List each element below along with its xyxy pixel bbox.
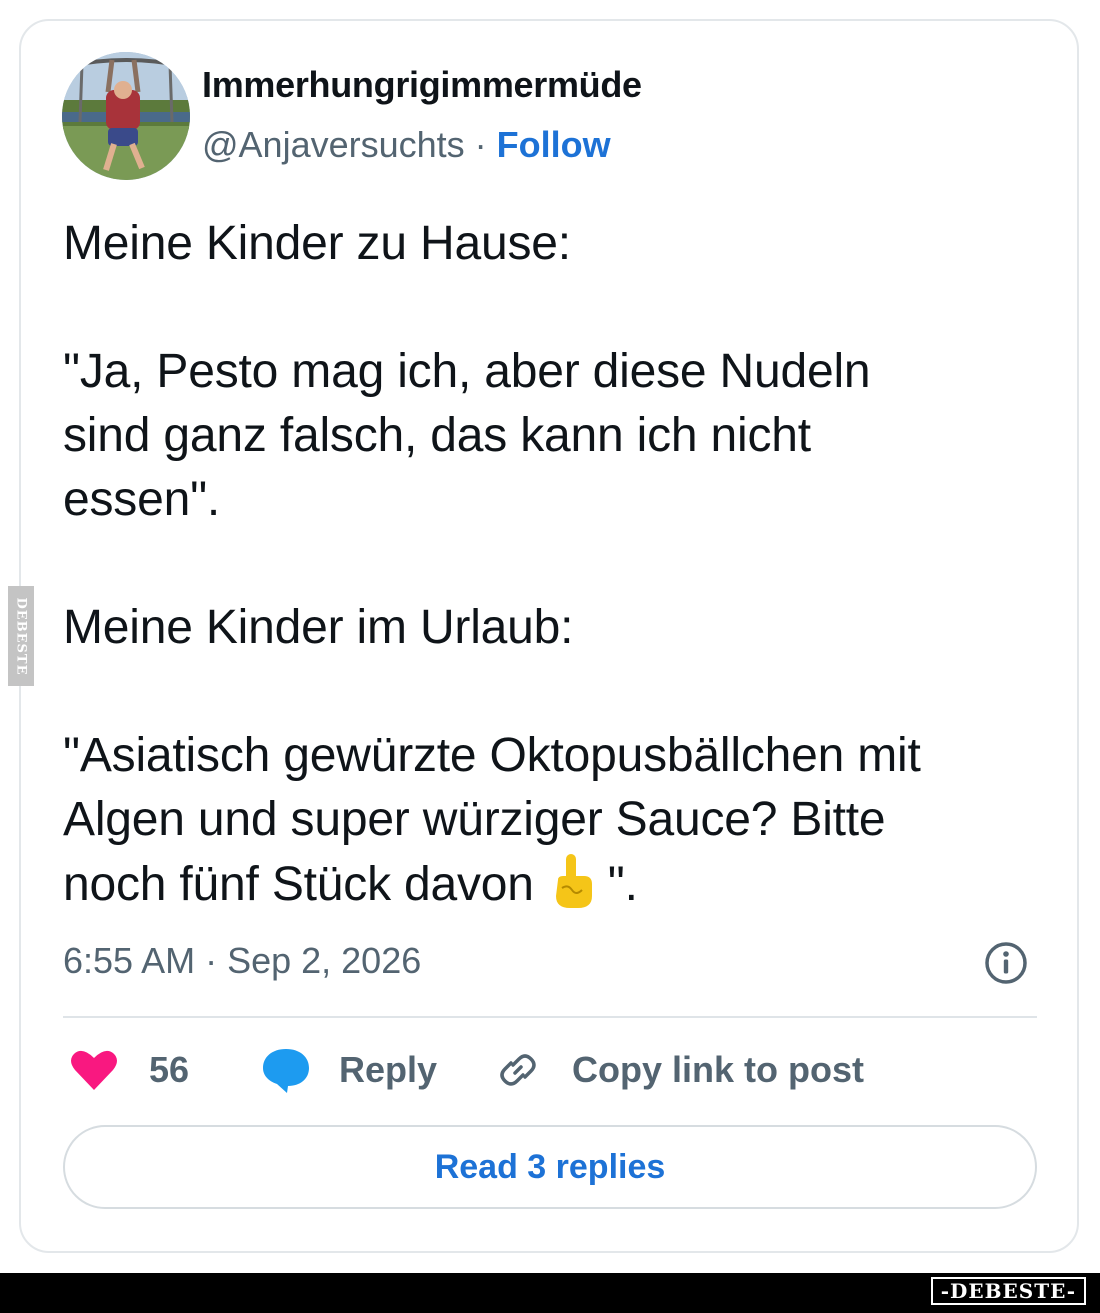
tweet-text-segment: noch fünf Stück davon <box>63 858 534 911</box>
side-watermark: DEBESTE <box>8 586 34 686</box>
tweet-text-line: essen". <box>63 473 221 526</box>
info-icon[interactable] <box>983 940 1029 986</box>
avatar[interactable] <box>62 52 190 180</box>
copy-link-label: Copy link to post <box>572 1049 864 1090</box>
divider <box>63 1016 1037 1018</box>
display-name[interactable]: Immerhungrigimmermüde <box>202 64 642 106</box>
side-watermark-text: DEBESTE <box>13 596 29 676</box>
tweet-text-segment: ". <box>607 858 638 911</box>
handle-row: @Anjaversuchts · Follow <box>202 124 611 166</box>
heart-icon <box>71 1050 117 1090</box>
page: DEBESTE Immerhungrigimmermüde @Anjaversu… <box>0 0 1100 1313</box>
tweet-text-line: "Ja, Pesto mag ich, aber diese Nudeln <box>63 345 871 398</box>
handle-separator: · <box>464 124 497 165</box>
link-icon <box>500 1054 536 1086</box>
like-button[interactable]: 56 <box>69 1040 189 1100</box>
tweet-text-line: Algen und super würziger Sauce? Bitte <box>63 793 886 846</box>
tweet-text-line: Meine Kinder zu Hause: <box>63 217 571 270</box>
footer-watermark-logo: -DEBESTE- <box>930 1277 1086 1305</box>
tweet-text-line-with-emoji: noch fünf Stück davon ". <box>63 852 638 917</box>
avatar-photo <box>62 52 190 180</box>
reply-button[interactable]: Reply <box>261 1040 437 1100</box>
follow-link[interactable]: Follow <box>497 124 611 165</box>
read-replies-label: Read 3 replies <box>434 1147 666 1186</box>
copy-link-button[interactable]: Copy link to post <box>495 1040 864 1100</box>
tweet-text-line: sind ganz falsch, das kann ich nicht <box>63 409 811 462</box>
like-count: 56 <box>149 1049 190 1090</box>
read-replies-button[interactable]: Read 3 replies <box>63 1125 1037 1209</box>
pointing-up-hand-emoji <box>555 854 592 908</box>
reply-label: Reply <box>339 1049 438 1090</box>
speech-bubble-icon <box>263 1049 309 1093</box>
tweet-text-line: "Asiatisch gewürzte Oktopusbällchen mit <box>63 729 921 782</box>
timestamp[interactable]: 6:55 AM · Sep 2, 2026 <box>63 940 421 982</box>
tweet-text-line: Meine Kinder im Urlaub: <box>63 601 574 654</box>
user-handle[interactable]: @Anjaversuchts <box>202 124 465 165</box>
